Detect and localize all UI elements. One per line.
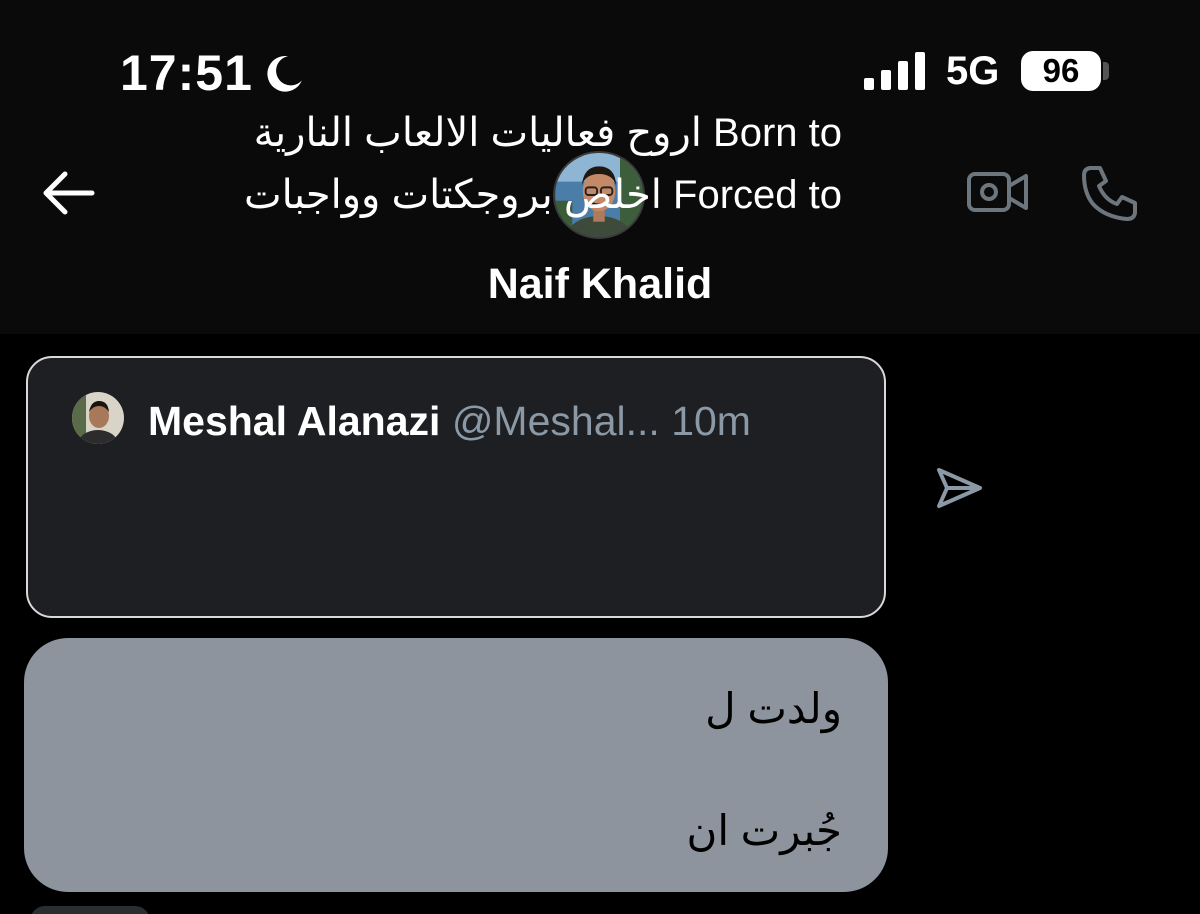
conversation-header: 17:51 5G 96 Naif Khalid [0, 0, 1200, 334]
message-text-line-1: ولدت ل [705, 685, 842, 732]
arrow-left-icon[interactable] [38, 168, 98, 218]
message-text-line-2: جُبرت ان [686, 807, 842, 854]
tweet-author-name[interactable]: Meshal Alanazi [148, 398, 440, 444]
next-message-bubble[interactable] [30, 906, 150, 914]
status-bar-time: 17:51 [120, 44, 305, 102]
tweet-author-handle[interactable]: @Meshal... [452, 398, 660, 444]
cellular-signal-icon [864, 52, 925, 90]
tweet-timestamp: 10m [671, 398, 751, 444]
shared-tweet-card[interactable]: Meshal Alanazi @Meshal... 10m [26, 356, 886, 618]
network-type: 5G [946, 49, 1000, 93]
tweet-author-avatar[interactable] [72, 392, 124, 444]
battery-level: 96 [1042, 52, 1080, 89]
time-label: 17:51 [120, 45, 253, 101]
tweet-author-photo [72, 392, 124, 444]
tweet-meta: Meshal Alanazi @Meshal... 10m [148, 396, 751, 446]
send-icon[interactable] [933, 466, 985, 510]
contact-name[interactable]: Naif Khalid [0, 260, 1200, 309]
dm-conversation-screen: 17:51 5G 96 Naif Khalid Meshal Alanazi @… [0, 0, 1200, 914]
phone-icon[interactable] [1080, 164, 1140, 222]
tweet-text-line-1: Born to اروح فعاليات الالعاب النارية [253, 111, 842, 155]
video-camera-icon[interactable] [966, 166, 1030, 218]
battery-indicator: 96 [1021, 51, 1101, 91]
moon-icon [267, 55, 302, 92]
tweet-text-line-2: Forced to اخلص بروجكتات وواجبات [243, 173, 842, 217]
battery-tip [1103, 62, 1109, 80]
